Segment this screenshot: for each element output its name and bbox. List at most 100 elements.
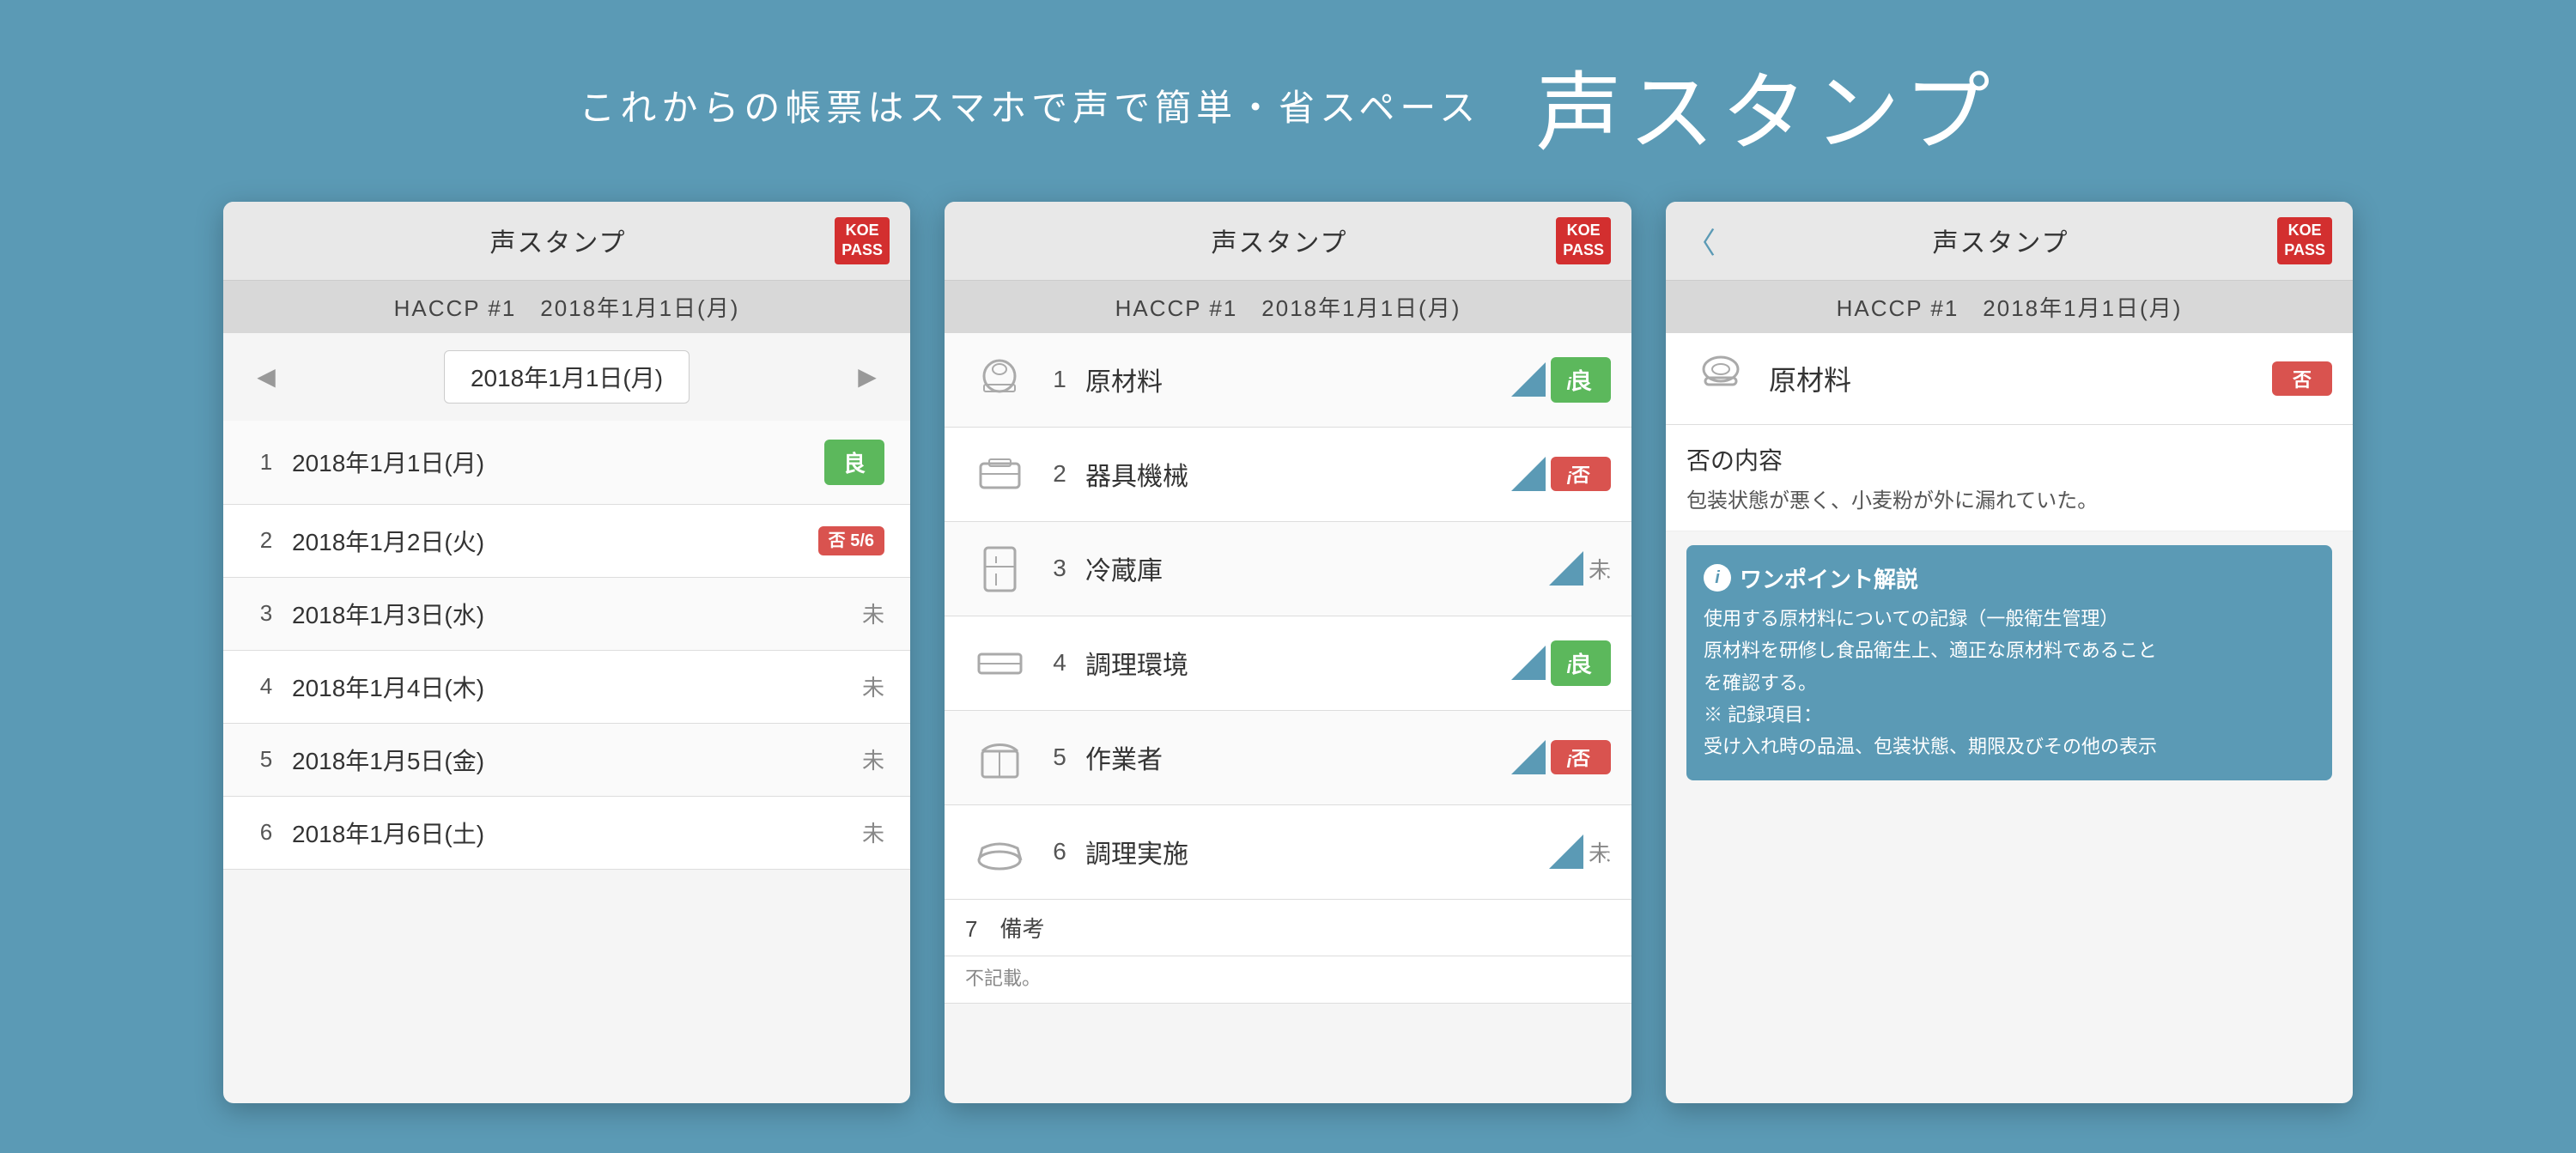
- category-list-item[interactable]: 3 冷蔵庫 未: [945, 522, 1631, 616]
- cat-name: 調理環境: [1085, 644, 1511, 682]
- category-list-item[interactable]: 5 作業者 否: [945, 711, 1631, 805]
- back-icon[interactable]: 〈: [1686, 220, 1716, 262]
- info-triangle[interactable]: [1549, 551, 1583, 586]
- phone3-app-name: 声スタンプ: [1932, 221, 2069, 259]
- date-list-item[interactable]: 4 2018年1月4日(木) 未: [223, 651, 910, 724]
- no-reason-section: 否の内容 包装状態が悪く、小麦粉が外に漏れていた。: [1666, 425, 2353, 531]
- detail-header-row: 原材料 否: [1666, 333, 2353, 425]
- date-list: 1 2018年1月1日(月) 良 2 2018年1月2日(火) 否 5/6 3 …: [223, 421, 910, 870]
- header-title: 声スタンプ: [1536, 43, 1997, 167]
- info-triangle[interactable]: [1549, 834, 1583, 869]
- item-num: 4: [249, 673, 283, 700]
- status-badge: 未: [862, 671, 884, 702]
- cat-name: 調理実施: [1085, 833, 1549, 871]
- info-triangle[interactable]: [1511, 457, 1546, 491]
- phone2-app-name: 声スタンプ: [1211, 221, 1347, 259]
- date-display[interactable]: 2018年1月1日(月): [444, 350, 690, 404]
- prev-arrow[interactable]: [249, 360, 283, 394]
- phone3-subheader: HACCP #1 2018年1月1日(月): [1666, 281, 2353, 333]
- status-badge: 未: [862, 816, 884, 848]
- item-date: 2018年1月5日(金): [292, 743, 862, 777]
- status-badge: 未: [862, 598, 884, 629]
- category-list: 1 原材料 良 2 器具機械 否 3 冷蔵庫 未 4 調理環境 良 5 作業者 …: [945, 333, 1631, 900]
- phone2-header: 声スタンプ KOE PASS: [945, 202, 1631, 281]
- koe-badge-3: KOE PASS: [2277, 217, 2332, 264]
- koe-badge-2: KOE PASS: [1556, 217, 1611, 264]
- hint-body: 使用する原材料についての記録（一般衛生管理）原材料を研修し食品衛生上、適正な原材…: [1704, 603, 2315, 763]
- info-triangle[interactable]: [1511, 646, 1546, 680]
- phone3-header: 〈 声スタンプ KOE PASS: [1666, 202, 2353, 281]
- date-nav: 2018年1月1日(月): [223, 333, 910, 421]
- koe-badge-1: KOE PASS: [835, 217, 890, 264]
- status-badge: 否 5/6: [818, 526, 884, 555]
- item-date: 2018年1月6日(土): [292, 816, 862, 850]
- phone3-back[interactable]: 〈: [1686, 220, 1738, 262]
- no-reason-title: 否の内容: [1686, 442, 2332, 476]
- status-badge: 良: [1551, 357, 1611, 403]
- item-num: 3: [249, 600, 283, 627]
- status-badge: 否: [1551, 457, 1611, 491]
- detail-title: 原材料: [1769, 359, 2272, 398]
- phone3: 〈 声スタンプ KOE PASS HACCP #1 2018年1月1日(月) 原…: [1666, 202, 2353, 1103]
- item-num: 6: [249, 819, 283, 846]
- phone2: 声スタンプ KOE PASS HACCP #1 2018年1月1日(月) 1 原…: [945, 202, 1631, 1103]
- category-list-item[interactable]: 2 器具機械 否: [945, 428, 1631, 522]
- hint-line: 原材料を研修し食品衛生上、適正な原材料であること: [1704, 634, 2315, 666]
- phone1-subheader: HACCP #1 2018年1月1日(月): [223, 281, 910, 333]
- cat-name: 原材料: [1085, 361, 1511, 398]
- detail-icon: [1686, 349, 1755, 409]
- next-arrow[interactable]: [850, 360, 884, 394]
- phone2-subheader: HACCP #1 2018年1月1日(月): [945, 281, 1631, 333]
- hint-line: 受け入れ時の品温、包装状態、期限及びその他の表示: [1704, 731, 2315, 762]
- no-reason-text: 包装状態が悪く、小麦粉が外に漏れていた。: [1686, 483, 2332, 513]
- note-value: 不記載。: [945, 956, 1631, 1004]
- cat-num: 5: [1042, 743, 1077, 771]
- info-triangle[interactable]: [1511, 740, 1546, 774]
- cat-num: 3: [1042, 555, 1077, 582]
- category-list-item[interactable]: 1 原材料 良: [945, 333, 1631, 428]
- phones-container: 声スタンプ KOE PASS HACCP #1 2018年1月1日(月) 201…: [0, 202, 2576, 1103]
- phone2-badge: KOE PASS: [1542, 217, 1611, 264]
- category-list-item[interactable]: 4 調理環境 良: [945, 616, 1631, 711]
- note-label: 7 備考: [945, 900, 1631, 956]
- cat-num: 1: [1042, 366, 1077, 393]
- info-triangle[interactable]: [1511, 362, 1546, 397]
- date-list-item[interactable]: 1 2018年1月1日(月) 良: [223, 421, 910, 505]
- category-icon: [965, 349, 1034, 410]
- item-date: 2018年1月1日(月): [292, 445, 824, 479]
- category-icon: [965, 822, 1034, 882]
- item-num: 1: [249, 449, 283, 476]
- hint-line: 使用する原材料についての記録（一般衛生管理）: [1704, 603, 2315, 634]
- hint-icon: i: [1704, 564, 1731, 592]
- cat-name: 作業者: [1085, 738, 1511, 776]
- category-icon: [965, 727, 1034, 787]
- status-badge: 否: [1551, 740, 1611, 774]
- cat-num: 4: [1042, 649, 1077, 677]
- cat-num: 2: [1042, 460, 1077, 488]
- category-list-item[interactable]: 6 調理実施 未: [945, 805, 1631, 900]
- item-date: 2018年1月2日(火): [292, 524, 818, 558]
- item-date: 2018年1月4日(木): [292, 670, 862, 704]
- hint-line: ※ 記録項目：: [1704, 699, 2315, 731]
- status-badge: 良: [824, 440, 884, 485]
- phone1-header: 声スタンプ KOE PASS: [223, 202, 910, 281]
- header-subtitle: これからの帳票はスマホで声で簡単・省スペース: [579, 79, 1480, 131]
- status-badge: 良: [1551, 640, 1611, 686]
- detail-status: 否: [2272, 361, 2332, 396]
- header-area: これからの帳票はスマホで声で簡単・省スペース 声スタンプ: [0, 0, 2576, 202]
- date-list-item[interactable]: 5 2018年1月5日(金) 未: [223, 724, 910, 797]
- phone1: 声スタンプ KOE PASS HACCP #1 2018年1月1日(月) 201…: [223, 202, 910, 1103]
- hint-box: i ワンポイント解説 使用する原材料についての記録（一般衛生管理）原材料を研修し…: [1686, 545, 2332, 780]
- item-num: 5: [249, 746, 283, 773]
- date-list-item[interactable]: 6 2018年1月6日(土) 未: [223, 797, 910, 870]
- cat-name: 器具機械: [1085, 455, 1511, 493]
- hint-line: を確認する。: [1704, 667, 2315, 699]
- phone1-badge: KOE PASS: [821, 217, 890, 264]
- category-icon: [965, 538, 1034, 598]
- category-icon: [965, 444, 1034, 504]
- date-list-item[interactable]: 3 2018年1月3日(水) 未: [223, 578, 910, 651]
- item-num: 2: [249, 527, 283, 554]
- phone3-badge: KOE PASS: [2263, 217, 2332, 264]
- date-list-item[interactable]: 2 2018年1月2日(火) 否 5/6: [223, 505, 910, 578]
- item-date: 2018年1月3日(水): [292, 597, 862, 631]
